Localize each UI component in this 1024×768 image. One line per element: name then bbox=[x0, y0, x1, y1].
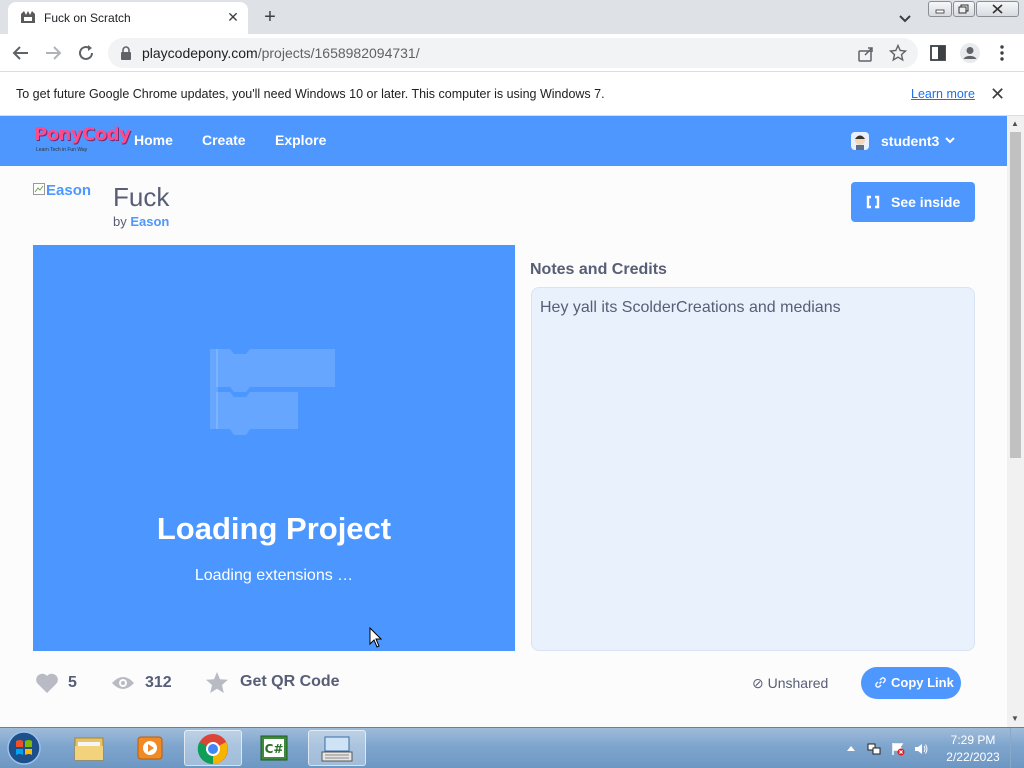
copy-link-button[interactable]: Copy Link bbox=[861, 667, 961, 699]
window-close-button[interactable] bbox=[976, 1, 1019, 17]
back-arrow-icon[interactable] bbox=[10, 42, 32, 64]
taskbar-media-player[interactable] bbox=[122, 730, 180, 766]
scroll-down-icon[interactable]: ▼ bbox=[1011, 714, 1019, 723]
star-icon[interactable] bbox=[205, 671, 229, 694]
window-close-icon bbox=[992, 4, 1003, 14]
minimize-button[interactable] bbox=[928, 1, 952, 17]
action-center-flag-icon[interactable] bbox=[891, 742, 905, 756]
taskbar-keyboard[interactable] bbox=[308, 730, 366, 766]
windows-start-button[interactable] bbox=[4, 729, 44, 767]
url-text[interactable]: playcodepony.com/projects/1658982094731/ bbox=[142, 45, 420, 61]
see-inside-arrows-icon bbox=[866, 195, 880, 209]
scroll-thumb[interactable] bbox=[1010, 132, 1021, 458]
restore-button[interactable] bbox=[953, 1, 975, 17]
notes-heading: Notes and Credits bbox=[530, 261, 667, 278]
csharp-icon: C# bbox=[260, 735, 288, 761]
unshared-status: ⊘ Unshared bbox=[752, 675, 829, 691]
infobar-close-icon[interactable]: ✕ bbox=[990, 84, 1005, 105]
tab-title: Fuck on Scratch bbox=[44, 11, 131, 25]
new-tab-button[interactable]: + bbox=[259, 6, 281, 28]
logo-text: PonyCody bbox=[34, 124, 131, 145]
browser-menu-icon[interactable] bbox=[994, 44, 1010, 62]
lock-icon[interactable] bbox=[120, 46, 132, 60]
url-host: playcodepony.com bbox=[142, 45, 258, 61]
profile-avatar-icon[interactable] bbox=[959, 42, 981, 64]
see-inside-button[interactable]: See inside bbox=[851, 182, 975, 222]
project-title: Fuck bbox=[113, 182, 170, 212]
scroll-up-icon[interactable]: ▲ bbox=[1011, 119, 1019, 128]
url-path: /projects/1658982094731/ bbox=[257, 45, 420, 61]
keyboard-icon bbox=[321, 736, 353, 762]
learn-more-link[interactable]: Learn more bbox=[911, 87, 975, 101]
project-stage[interactable]: Loading Project Loading extensions … bbox=[33, 245, 515, 651]
chevron-down-icon[interactable] bbox=[944, 134, 956, 146]
taskbar-csharp[interactable]: C# bbox=[246, 730, 304, 766]
eye-icon bbox=[112, 677, 134, 689]
share-icon[interactable] bbox=[857, 45, 875, 63]
tray-expand-icon[interactable] bbox=[846, 744, 856, 752]
site-navbar: PonyCody Learn Tech in Fun Way Home Crea… bbox=[0, 116, 1007, 166]
forward-arrow-icon[interactable] bbox=[42, 42, 64, 64]
copy-link-label: Copy Link bbox=[891, 675, 954, 690]
username[interactable]: student3 bbox=[881, 133, 939, 149]
media-player-icon bbox=[137, 736, 163, 760]
nav-create[interactable]: Create bbox=[202, 132, 246, 148]
heart-icon[interactable] bbox=[35, 672, 59, 694]
clock-time[interactable]: 7:29 PM bbox=[943, 733, 1003, 747]
by-label: by bbox=[113, 214, 127, 229]
browser-tabstrip: Fuck on Scratch ✕ + bbox=[0, 0, 1024, 34]
project-byline: by Eason bbox=[113, 214, 169, 229]
minimize-icon bbox=[935, 9, 945, 14]
tab-close-icon[interactable]: ✕ bbox=[224, 8, 242, 26]
network-icon[interactable] bbox=[867, 742, 881, 756]
windows-taskbar: C# 7:29 PM 2/22/2023 bbox=[0, 727, 1024, 768]
nav-home[interactable]: Home bbox=[134, 132, 173, 148]
nav-explore[interactable]: Explore bbox=[275, 132, 326, 148]
browser-toolbar: playcodepony.com/projects/1658982094731/ bbox=[0, 34, 1024, 72]
infobar-message: To get future Google Chrome updates, you… bbox=[16, 87, 605, 101]
side-panel-icon[interactable] bbox=[929, 44, 947, 62]
mouse-cursor-icon bbox=[369, 627, 383, 648]
volume-icon[interactable] bbox=[914, 742, 928, 756]
author-link[interactable]: Eason bbox=[130, 214, 169, 229]
view-count: 312 bbox=[145, 674, 172, 691]
tab-search-chevron-icon[interactable] bbox=[896, 9, 914, 27]
ponycody-logo[interactable]: PonyCody Learn Tech in Fun Way bbox=[34, 124, 131, 158]
browser-tab[interactable]: Fuck on Scratch ✕ bbox=[8, 2, 248, 34]
get-qr-code-button[interactable]: Get QR Code bbox=[240, 673, 340, 691]
scratch-favicon-icon bbox=[21, 11, 35, 23]
svg-text:C#: C# bbox=[265, 742, 284, 756]
notes-text: Hey yall its ScolderCreations and median… bbox=[540, 299, 841, 316]
broken-image-icon bbox=[33, 183, 45, 195]
folder-icon bbox=[74, 737, 104, 761]
address-bar[interactable]: playcodepony.com/projects/1658982094731/ bbox=[108, 38, 918, 68]
chrome-icon bbox=[197, 734, 228, 765]
code-blocks-loading-icon bbox=[210, 349, 335, 435]
taskbar-explorer[interactable] bbox=[60, 730, 118, 766]
page-viewport: PonyCody Learn Tech in Fun Way Home Crea… bbox=[0, 116, 1007, 727]
restore-icon bbox=[958, 4, 969, 14]
author-avatar-broken-image[interactable]: Eason bbox=[33, 182, 91, 199]
clock-date[interactable]: 2/22/2023 bbox=[943, 750, 1003, 764]
loading-title: Loading Project bbox=[156, 511, 392, 546]
bookmark-star-icon[interactable] bbox=[889, 44, 907, 62]
link-icon bbox=[875, 677, 886, 688]
update-infobar: To get future Google Chrome updates, you… bbox=[0, 72, 1024, 116]
see-inside-label: See inside bbox=[891, 194, 961, 210]
taskbar-chrome[interactable] bbox=[184, 730, 242, 766]
loading-subtitle: Loading extensions … bbox=[194, 567, 354, 584]
love-count: 5 bbox=[68, 674, 77, 691]
show-desktop-button[interactable] bbox=[1010, 728, 1024, 768]
notes-textarea[interactable]: Hey yall its ScolderCreations and median… bbox=[531, 287, 975, 651]
user-avatar-icon[interactable] bbox=[851, 132, 869, 150]
page-scrollbar[interactable]: ▲ ▼ bbox=[1007, 116, 1024, 727]
logo-tagline: Learn Tech in Fun Way bbox=[36, 147, 88, 153]
reload-icon[interactable] bbox=[75, 42, 97, 64]
